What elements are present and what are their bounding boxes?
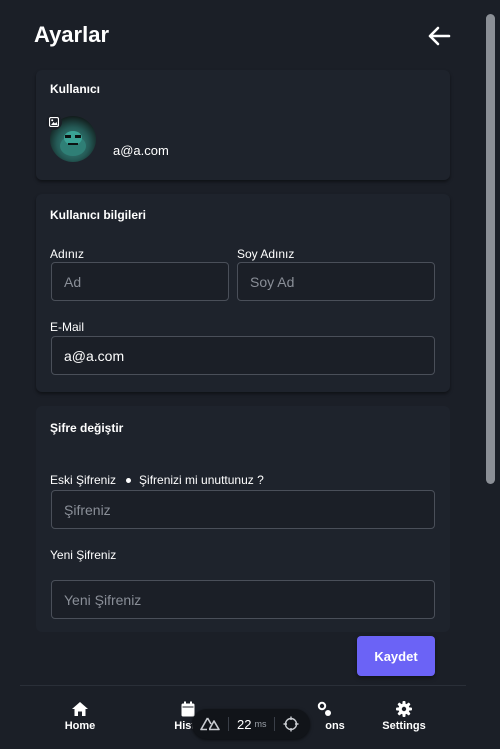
render-time-value: 22 <box>237 716 252 732</box>
separator-dot <box>126 477 132 483</box>
devtools-separator <box>274 717 276 731</box>
user-info-card: Kullanıcı bilgileri Adınız Soy Adınız E-… <box>36 194 450 392</box>
save-button[interactable]: Kaydet <box>357 636 435 676</box>
nav-label-home: Home <box>64 720 96 732</box>
avatar-container[interactable] <box>46 114 98 164</box>
nav-label-settings: Settings <box>382 720 426 732</box>
last-name-input[interactable] <box>237 262 435 301</box>
crosshair-icon[interactable] <box>283 716 299 732</box>
user-card: Kullanıcı a@a.com <box>36 70 450 180</box>
scrollbar[interactable] <box>486 14 495 484</box>
old-password-row: Eski Şifreniz Şifrenizi mi unuttunuz ? <box>50 473 264 487</box>
change-photo-icon[interactable] <box>46 114 62 130</box>
email-input[interactable] <box>51 336 435 375</box>
last-name-label: Soy Adınız <box>237 247 295 261</box>
arrow-left-icon <box>428 26 451 46</box>
new-password-input[interactable] <box>51 580 435 619</box>
first-name-input[interactable] <box>51 262 229 301</box>
user-card-title: Kullanıcı <box>50 82 101 96</box>
first-name-label: Adınız <box>50 247 85 261</box>
forgot-password-link[interactable]: Şifrenizi mi unuttunuz ? <box>139 473 264 487</box>
old-password-input[interactable] <box>51 490 435 529</box>
nuxt-logo-icon <box>200 717 220 731</box>
user-info-title: Kullanıcı bilgileri <box>50 208 147 222</box>
old-password-label: Eski Şifreniz <box>50 473 117 487</box>
nav-item-home[interactable]: Home <box>40 686 120 749</box>
password-card: Şifre değiştir Eski Şifreniz Şifrenizi m… <box>36 406 450 632</box>
password-card-title: Şifre değiştir <box>50 421 124 435</box>
options-icon <box>317 701 331 716</box>
gear-icon <box>396 701 412 717</box>
page-title: Ayarlar <box>34 22 110 47</box>
nav-item-settings[interactable]: Settings <box>364 686 444 749</box>
user-email: a@a.com <box>113 143 169 158</box>
render-time-unit: ms <box>254 719 267 729</box>
devtools-separator <box>228 717 229 731</box>
back-button[interactable] <box>424 22 454 50</box>
header: Ayarlar <box>0 0 486 70</box>
email-label: E-Mail <box>50 320 85 334</box>
new-password-label: Yeni Şifreniz <box>50 548 117 562</box>
devtools-toolbar[interactable]: 22 ms <box>192 709 310 739</box>
calendar-icon <box>181 701 195 717</box>
home-icon <box>72 702 88 716</box>
